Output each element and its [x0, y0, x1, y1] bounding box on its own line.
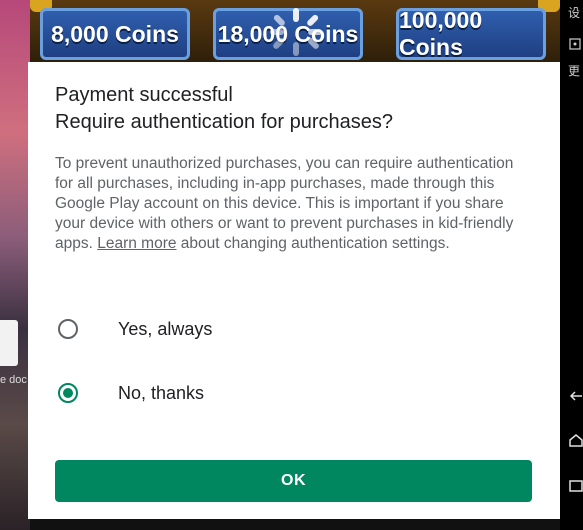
coin-pack-100000[interactable]: 100,000 Coins	[396, 7, 546, 60]
auth-question-title: Require authentication for purchases?	[55, 111, 393, 133]
coin-pack-8000[interactable]: 8,000 Coins	[40, 8, 190, 60]
description-text-end: about changing authentication settings.	[176, 235, 450, 252]
learn-more-link[interactable]: Learn more	[97, 235, 176, 252]
payment-status-title: Payment successful	[55, 84, 233, 106]
desktop-file-label: e doc	[0, 374, 27, 386]
radio-checked-icon[interactable]	[58, 383, 78, 403]
option-yes-always[interactable]: Yes, always	[58, 309, 498, 349]
ok-button[interactable]: OK	[55, 460, 532, 502]
radio-unchecked-icon[interactable]	[58, 319, 78, 339]
option-no-thanks[interactable]: No, thanks	[58, 373, 498, 413]
authentication-dialog: Payment successful Require authenticatio…	[28, 62, 560, 519]
screenshot-icon[interactable]	[569, 38, 581, 50]
recents-icon[interactable]	[569, 478, 583, 492]
side-panel	[560, 0, 583, 530]
wallpaper-strip	[0, 0, 30, 530]
side-label-2: 更	[568, 64, 581, 78]
option-label: Yes, always	[118, 318, 213, 339]
home-icon[interactable]	[569, 433, 583, 447]
dialog-title: Payment successful Require authenticatio…	[55, 82, 535, 136]
dialog-description: To prevent unauthorized purchases, you c…	[55, 154, 535, 254]
side-label-1: 设	[568, 6, 581, 20]
back-arrow-icon[interactable]	[569, 390, 583, 402]
loading-spinner-icon	[270, 8, 322, 56]
desktop-file-icon[interactable]	[0, 320, 18, 366]
option-label: No, thanks	[118, 382, 205, 403]
